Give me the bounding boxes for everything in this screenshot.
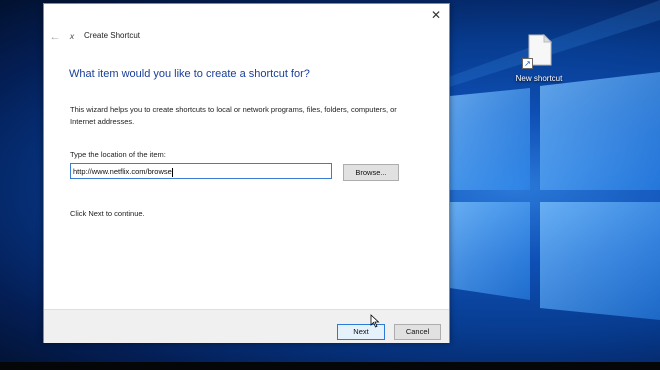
- dialog-footer: Next Cancel: [44, 309, 449, 343]
- desktop-icon-label: New shortcut: [515, 74, 563, 83]
- create-shortcut-dialog: ✕ ← 𝘹 Create Shortcut What item would yo…: [43, 3, 450, 343]
- location-input-value: http://www.netflix.com/browse: [73, 167, 172, 176]
- location-label: Type the location of the item:: [70, 150, 166, 159]
- desktop-icon-new-shortcut[interactable]: ↗ New shortcut: [508, 32, 570, 92]
- back-arrow-icon[interactable]: ←: [48, 30, 62, 44]
- wizard-app-icon: 𝘹: [69, 32, 75, 41]
- wizard-heading: What item would you like to create a sho…: [69, 68, 310, 80]
- location-input[interactable]: http://www.netflix.com/browse: [70, 163, 332, 179]
- screen-bottom-bar: [0, 362, 660, 370]
- cancel-button[interactable]: Cancel: [394, 324, 441, 340]
- title-bar[interactable]: [44, 4, 449, 28]
- close-button[interactable]: ✕: [428, 7, 444, 23]
- mouse-cursor-icon: [370, 314, 380, 328]
- wizard-description: This wizard helps you to create shortcut…: [70, 105, 397, 126]
- continue-instruction: Click Next to continue.: [70, 209, 145, 218]
- text-caret: [171, 167, 173, 177]
- dialog-title: Create Shortcut: [84, 31, 141, 40]
- shortcut-arrow-icon: ↗: [522, 58, 533, 69]
- browse-button[interactable]: Browse...: [343, 164, 399, 181]
